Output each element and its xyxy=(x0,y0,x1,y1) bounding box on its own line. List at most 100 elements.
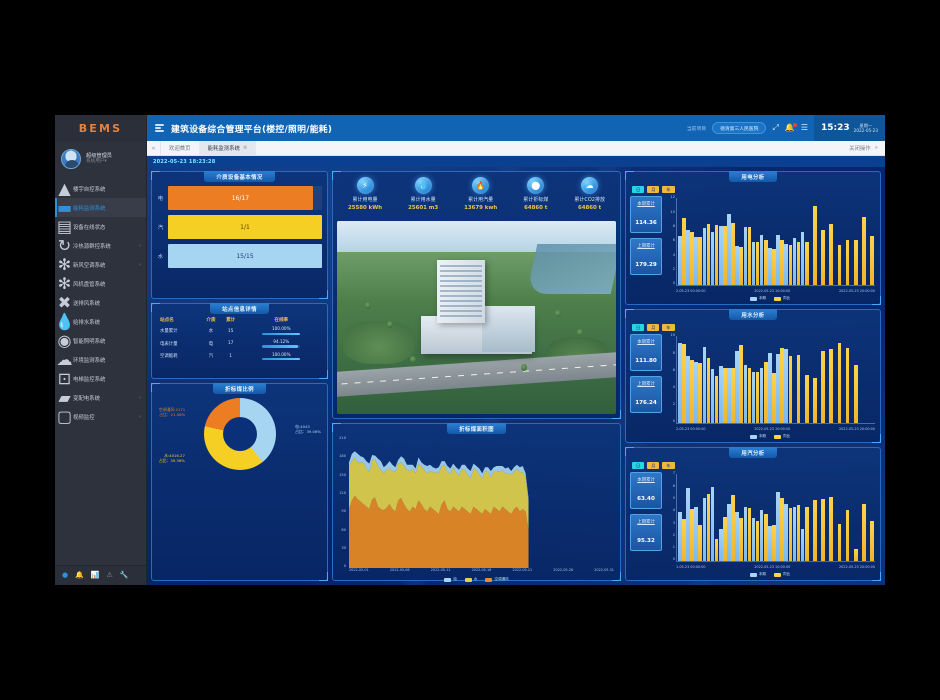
tab-scroll-right-icon: » xyxy=(874,145,878,151)
period-chip[interactable]: 月 xyxy=(647,186,660,194)
y-tick: 8 xyxy=(672,224,675,229)
bar-本期-0 xyxy=(678,343,682,423)
site-detail-title: 站点信息详情 xyxy=(210,303,269,314)
bar-本期-11 xyxy=(768,248,772,285)
chart-bar-icon: ▬ xyxy=(56,198,73,217)
sidebar-item-7[interactable]: 💧 给排水系统 xyxy=(55,312,146,331)
legend-item[interactable]: 本期 xyxy=(749,572,766,577)
media-bar-label: 汽 xyxy=(157,224,164,231)
legend-label: 同比 xyxy=(783,296,791,300)
tab-scroll-left-icon[interactable]: « xyxy=(147,141,161,155)
cell-media: 汽 xyxy=(208,354,214,360)
period-chip[interactable]: 日 xyxy=(632,186,645,194)
fan-icon: ✻ xyxy=(57,274,72,293)
bar-同比-17 xyxy=(821,499,825,561)
bar-本期-14 xyxy=(792,506,797,561)
sidebar-item-10[interactable]: ⊡ 电梯监控系统 xyxy=(55,369,146,388)
y-tick: 4 xyxy=(672,385,675,390)
period-chip[interactable]: 月 xyxy=(647,324,660,332)
period-chip[interactable]: 年 xyxy=(662,324,675,332)
bar-同比-12 xyxy=(780,497,784,561)
bar-同比-0 xyxy=(682,217,686,285)
project-name[interactable]: 德清第三人民医院 xyxy=(712,122,767,134)
period-chip[interactable]: 日 xyxy=(632,324,645,332)
y-tick: 4 xyxy=(672,252,675,257)
donut-label-pct: 占比：21.58% xyxy=(159,411,186,417)
bar-本期-5 xyxy=(718,365,723,423)
sidebar-item-label: 能耗监测系统 xyxy=(73,205,106,212)
sidebar-item-9[interactable]: ☁ 环境监测系统 xyxy=(55,350,146,369)
bell-icon[interactable]: 🔔 xyxy=(75,572,84,579)
stat-label: 本期累计 xyxy=(637,478,655,484)
sidebar-item-label: 楼宇自控系统 xyxy=(73,186,106,193)
stat-boxes: 本期累计 63.40 上期累计 95.32 xyxy=(630,472,664,577)
legend-item[interactable]: 电 xyxy=(444,577,457,582)
kpi-value: 64860 t xyxy=(524,205,548,211)
y-tick: 210 xyxy=(339,436,346,440)
bar-同比-1 xyxy=(690,509,694,561)
y-tick: 0 xyxy=(672,557,675,562)
brand-name: BEMS xyxy=(78,121,123,135)
media-bar-track: 15/15 xyxy=(168,244,322,268)
area-chart-y-axis: 210 180 150 120 90 60 30 0 xyxy=(335,436,346,569)
tab-1[interactable]: 能耗监测系统 ⊗ xyxy=(199,141,257,155)
bar-本期-11 xyxy=(768,352,772,423)
x-tick: 2022-05-23 20:00:00 xyxy=(838,564,875,569)
kpi-value: 64860 t xyxy=(578,205,602,211)
sidebar-item-2[interactable]: ▤ 设备在线状态 xyxy=(55,217,146,236)
period-chip[interactable]: 日 xyxy=(632,462,645,470)
legend-label: 电 xyxy=(453,577,457,581)
sidebar-item-12[interactable]: ▢ 视频监控 › xyxy=(55,407,146,426)
period-chip[interactable]: 月 xyxy=(647,462,660,470)
bar-同比-0 xyxy=(682,518,686,561)
bar-同比-6 xyxy=(731,495,735,561)
expand-icon[interactable]: ⤢ xyxy=(772,124,778,132)
menu-toggle-icon[interactable] xyxy=(155,124,164,132)
sidebar-item-6[interactable]: ✖ 送排风系统 xyxy=(55,293,146,312)
bar-本期-10 xyxy=(759,510,764,561)
sidebar-item-1[interactable]: ▬ 能耗监测系统 xyxy=(55,198,146,217)
y-tick: 150 xyxy=(339,472,346,477)
sidebar-item-0[interactable]: ▲ 楼宇自控系统 xyxy=(55,179,146,198)
legend-item[interactable]: 本期 xyxy=(749,434,766,439)
bar-同比-5 xyxy=(723,368,727,423)
rate-text: 94.12% xyxy=(273,338,290,344)
bell-icon[interactable]: 🔔 xyxy=(785,123,797,132)
power-icon: ▰ xyxy=(58,388,71,407)
period-chip[interactable]: 年 xyxy=(662,462,675,470)
legend-item[interactable]: 空调通风 xyxy=(485,577,509,582)
tools-icon[interactable]: 🔧 xyxy=(120,572,129,579)
bar-同比-19 xyxy=(837,244,842,285)
bar-本期-4 xyxy=(710,369,715,423)
chart-icon[interactable]: 📊 xyxy=(91,572,100,579)
home-indicator-icon[interactable]: ● xyxy=(62,572,68,579)
sidebar-item-3[interactable]: ↻ 冷热源群控系统 › xyxy=(55,236,146,255)
sidebar-item-5[interactable]: ✻ 风机盘管系统 xyxy=(55,274,146,293)
sidebar-item-11[interactable]: ▰ 变配电系统 › xyxy=(55,388,146,407)
y-tick: 3 xyxy=(672,520,675,525)
legend-item[interactable]: 同比 xyxy=(774,296,790,301)
bar-本期-0 xyxy=(678,235,682,285)
close-icon[interactable]: ⊗ xyxy=(243,145,247,151)
sidebar-item-4[interactable]: ✻ 新风空调系统 › xyxy=(55,255,146,274)
sidebar-item-8[interactable]: ◉ 智能照明系统 xyxy=(55,331,146,350)
legend-item[interactable]: 水 xyxy=(464,577,477,582)
tab-close-actions[interactable]: 关闭操作 » xyxy=(842,141,885,155)
table-column-header: 累计 xyxy=(226,318,236,323)
bar-同比-19 xyxy=(837,342,842,423)
list-icon[interactable]: ☰ xyxy=(801,124,808,132)
legend-item[interactable]: 本期 xyxy=(749,296,766,301)
rate-text: 100.00% xyxy=(271,326,291,332)
user-profile[interactable]: 超级管理员 系统用户▾ xyxy=(55,141,146,177)
coal-area-title: 折标煤面积图 xyxy=(447,423,506,434)
legend-item[interactable]: 同比 xyxy=(774,572,790,577)
media-bar-row-2: 水 15/15 xyxy=(157,244,322,268)
airflow-icon: ✖ xyxy=(57,293,72,312)
media-bar-track: 1/1 xyxy=(168,215,322,239)
tab-0[interactable]: 欢迎首页 xyxy=(161,141,200,155)
analysis-panel-title: 用电分析 xyxy=(729,171,777,182)
cell-name: 电表计量 xyxy=(160,341,178,347)
period-chip[interactable]: 年 xyxy=(662,186,675,194)
alert-icon[interactable]: ⚠ xyxy=(107,572,113,579)
legend-item[interactable]: 同比 xyxy=(774,434,790,439)
